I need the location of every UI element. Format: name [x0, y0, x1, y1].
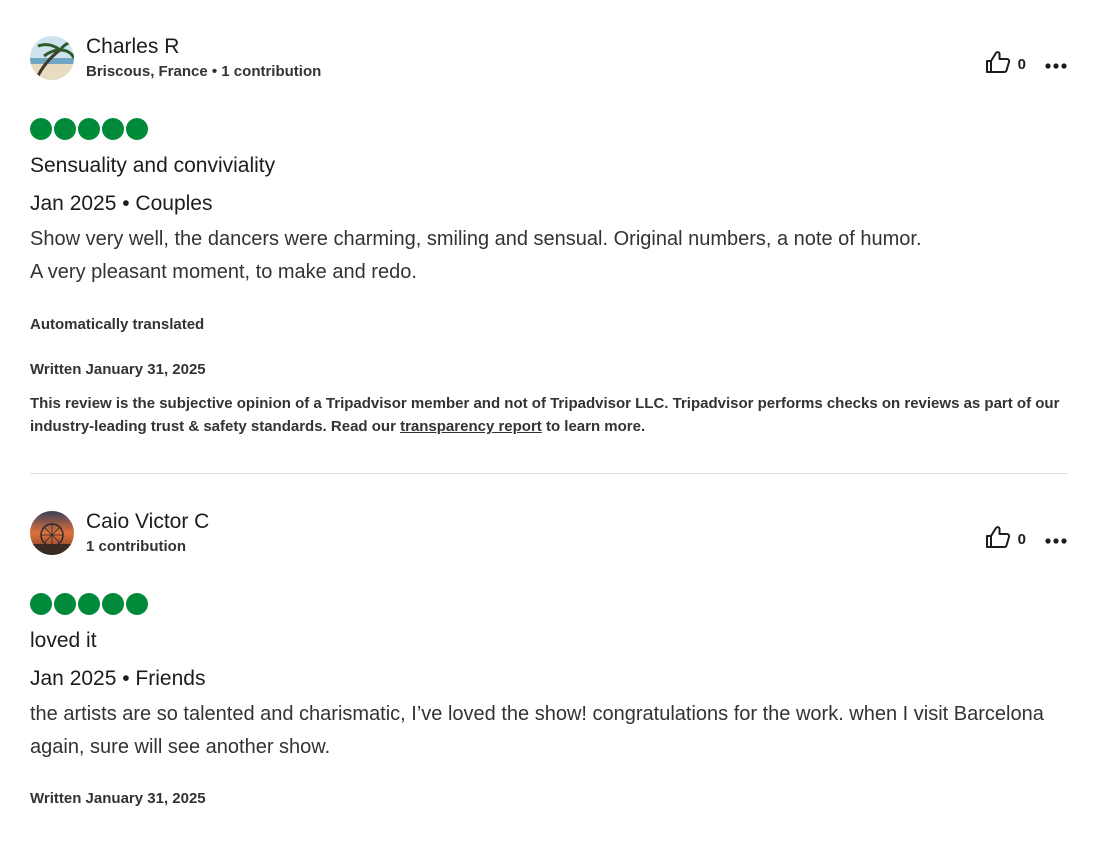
review-body: the artists are so talented and charisma…	[30, 703, 1044, 758]
user-meta: 1 contribution	[86, 537, 186, 555]
more-options-button[interactable]	[1044, 528, 1068, 552]
review-title[interactable]: loved it	[30, 627, 1068, 655]
transparency-report-link[interactable]: transparency report	[400, 418, 542, 435]
helpful-count: 0	[1017, 531, 1026, 548]
trip-info: Jan 2025 • Friends	[30, 667, 206, 690]
rating-bubble	[78, 118, 100, 140]
user-meta: Briscous, France • 1 contribution	[86, 62, 322, 80]
review-actions: 0	[985, 525, 1068, 554]
rating-bubble	[102, 118, 124, 140]
ellipsis-icon	[1045, 56, 1067, 74]
ellipsis-icon	[1045, 531, 1067, 549]
trip-info: Jan 2025 • Couples	[30, 192, 213, 215]
review-disclaimer: This review is the subjective opinion of…	[30, 392, 1070, 438]
translation-note: Automatically translated	[30, 316, 205, 333]
helpful-vote-button[interactable]: 0	[985, 525, 1026, 554]
rating-bubble	[54, 118, 76, 140]
rating-bubbles	[30, 118, 1068, 142]
review-actions: 0	[985, 50, 1068, 79]
review-body-line: A very pleasant moment, to make and redo…	[30, 261, 417, 283]
written-date: Written January 31, 2025	[30, 790, 206, 807]
review-card: Charles R Briscous, France • 1 contribut…	[30, 0, 1068, 438]
rating-bubble	[102, 593, 124, 615]
avatar[interactable]	[30, 511, 74, 555]
more-options-button[interactable]	[1044, 53, 1068, 77]
review-body-line: Show very well, the dancers were charmin…	[30, 228, 922, 250]
rating-bubble	[78, 593, 100, 615]
avatar[interactable]	[30, 36, 74, 80]
review-card: Caio Victor C 1 contribution 0 loved it …	[30, 474, 1068, 809]
user-info: Charles R Briscous, France • 1 contribut…	[86, 35, 321, 82]
disclaimer-text-end: to learn more.	[541, 418, 646, 435]
thumbs-up-icon	[985, 50, 1011, 79]
rating-bubbles	[30, 593, 1068, 617]
user-name[interactable]: Charles R	[86, 35, 321, 59]
review-body: Show very well, the dancers were charmin…	[30, 223, 1050, 289]
rating-bubble	[54, 593, 76, 615]
thumbs-up-icon	[985, 525, 1011, 554]
helpful-vote-button[interactable]: 0	[985, 50, 1026, 79]
rating-bubble	[126, 118, 148, 140]
user-info: Caio Victor C 1 contribution	[86, 510, 209, 557]
user-name[interactable]: Caio Victor C	[86, 510, 209, 534]
helpful-count: 0	[1017, 56, 1026, 73]
rating-bubble	[30, 593, 52, 615]
written-date: Written January 31, 2025	[30, 361, 206, 378]
review-header: Charles R Briscous, France • 1 contribut…	[30, 35, 1068, 81]
rating-bubble	[126, 593, 148, 615]
review-header: Caio Victor C 1 contribution	[30, 510, 1068, 556]
review-title[interactable]: Sensuality and conviviality	[30, 152, 1068, 180]
rating-bubble	[30, 118, 52, 140]
